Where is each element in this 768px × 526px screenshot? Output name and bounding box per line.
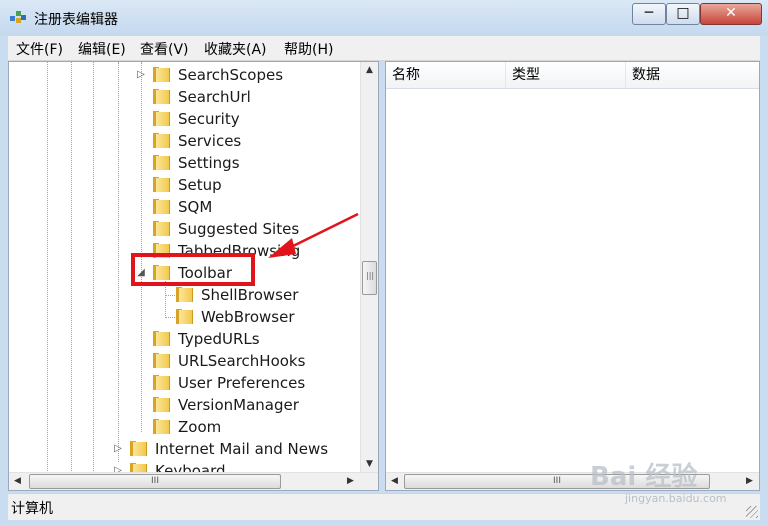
tree-node-setup[interactable]: Setup (133, 174, 353, 196)
folder-icon (153, 199, 170, 214)
scroll-left-arrow-icon[interactable]: ◀ (9, 473, 26, 490)
tree-node-label: Settings (178, 154, 240, 172)
tree-vertical-scroll-thumb[interactable]: ||| (362, 261, 377, 295)
tree-node-internet-mail-and-news[interactable]: ▷ Internet Mail and News (110, 438, 360, 460)
folder-icon (153, 331, 170, 346)
tree-node-suggested-sites[interactable]: Suggested Sites (133, 218, 353, 240)
tree-node-label: Security (178, 110, 240, 128)
folder-icon (176, 287, 193, 302)
tree-node-webbrowser[interactable]: WebBrowser (156, 306, 356, 328)
menu-favorites[interactable]: 收藏夹(A) (204, 39, 267, 59)
tree-node-label: Setup (178, 176, 222, 194)
maximize-button[interactable]: □ (666, 3, 700, 25)
tree-node-label: Suggested Sites (178, 220, 300, 238)
annotation-highlight-box (131, 253, 255, 286)
tree-node-label: User Preferences (178, 374, 306, 392)
tree-node-typedurls[interactable]: TypedURLs (133, 328, 353, 350)
scroll-left-arrow-icon[interactable]: ◀ (386, 473, 403, 490)
menu-file[interactable]: 文件(F) (16, 39, 63, 59)
scroll-down-arrow-icon[interactable]: ▼ (361, 456, 378, 473)
title-bar: 注册表编辑器 ─ □ ✕ (0, 0, 768, 36)
folder-icon (153, 155, 170, 170)
resize-grip-icon[interactable] (746, 506, 758, 518)
scroll-up-arrow-icon[interactable]: ▲ (361, 62, 378, 79)
tree-node-urlsearchhooks[interactable]: URLSearchHooks (133, 350, 353, 372)
tree-node-label: VersionManager (178, 396, 299, 414)
folder-icon (153, 67, 170, 82)
minimize-button[interactable]: ─ (632, 3, 666, 25)
column-header-name[interactable]: 名称 (386, 62, 506, 88)
key-tree-pane[interactable]: ▷ SearchScopes SearchUrl Security Servic… (8, 61, 379, 491)
tree-node-label: Internet Mail and News (155, 440, 329, 458)
folder-icon (153, 419, 170, 434)
folder-icon (153, 375, 170, 390)
tree-horizontal-scrollbar[interactable]: ◀ III ▶ (9, 472, 378, 490)
tree-guide-line (118, 62, 119, 462)
close-button[interactable]: ✕ (700, 3, 762, 25)
menu-bar: 文件(F) 编辑(E) 查看(V) 收藏夹(A) 帮助(H) (8, 36, 760, 61)
scroll-right-arrow-icon[interactable]: ▶ (741, 473, 758, 490)
menu-help[interactable]: 帮助(H) (284, 39, 333, 59)
tree-node-user-preferences[interactable]: User Preferences (133, 372, 353, 394)
tree-node-searchscopes[interactable]: ▷ SearchScopes (133, 64, 353, 86)
tree-guide-line (93, 62, 94, 473)
menu-view[interactable]: 查看(V) (140, 39, 189, 59)
registry-editor-icon (10, 11, 26, 23)
baidu-watermark-logo: Bai 经验 (590, 462, 698, 492)
tree-guide-line (47, 62, 48, 473)
status-path: 计算机 (11, 501, 53, 517)
folder-icon (130, 441, 147, 456)
tree-node-sqm[interactable]: SQM (133, 196, 353, 218)
values-list-pane[interactable]: 名称 类型 数据 ◀ III ▶ (385, 61, 760, 491)
tree-node-zoom[interactable]: Zoom (133, 416, 353, 438)
tree-horizontal-scroll-thumb[interactable]: III (29, 474, 281, 489)
folder-icon (176, 309, 193, 324)
tree-guide-line (71, 62, 72, 473)
tree-node-searchurl[interactable]: SearchUrl (133, 86, 353, 108)
tree-node-shellbrowser[interactable]: ShellBrowser (156, 284, 356, 306)
folder-icon (153, 353, 170, 368)
tree-node-security[interactable]: Security (133, 108, 353, 130)
tree-node-label: SQM (178, 198, 213, 216)
tree-node-versionmanager[interactable]: VersionManager (133, 394, 353, 416)
expand-icon[interactable]: ▷ (112, 438, 124, 460)
tree-node-label: SearchScopes (178, 66, 284, 84)
list-horizontal-scrollbar[interactable]: ◀ III ▶ (386, 472, 759, 490)
folder-icon (153, 177, 170, 192)
tree-node-label: Zoom (178, 418, 222, 436)
tree-node-label: WebBrowser (201, 308, 295, 326)
folder-icon (153, 111, 170, 126)
folder-icon (153, 397, 170, 412)
tree-node-label: TypedURLs (178, 330, 260, 348)
tree-node-label: Services (178, 132, 242, 150)
baidu-watermark-url: jingyan.baidu.com (625, 492, 727, 505)
tree-node-label: URLSearchHooks (178, 352, 306, 370)
folder-icon (153, 89, 170, 104)
tree-node-label: ShellBrowser (201, 286, 299, 304)
expand-icon[interactable]: ▷ (135, 64, 147, 86)
column-header-data[interactable]: 数据 (626, 62, 759, 88)
tree-node-label: SearchUrl (178, 88, 251, 106)
column-header-row: 名称 类型 数据 (386, 62, 759, 89)
folder-icon (153, 133, 170, 148)
menu-edit[interactable]: 编辑(E) (78, 39, 126, 59)
scroll-right-arrow-icon[interactable]: ▶ (342, 473, 359, 490)
folder-icon (153, 221, 170, 236)
tree-node-settings[interactable]: Settings (133, 152, 353, 174)
window-title: 注册表编辑器 (34, 12, 118, 28)
column-header-type[interactable]: 类型 (506, 62, 626, 88)
tree-node-services[interactable]: Services (133, 130, 353, 152)
grip-icon: ||| (366, 271, 375, 280)
tree-vertical-scrollbar[interactable]: ▲ ||| ▼ (360, 62, 378, 473)
